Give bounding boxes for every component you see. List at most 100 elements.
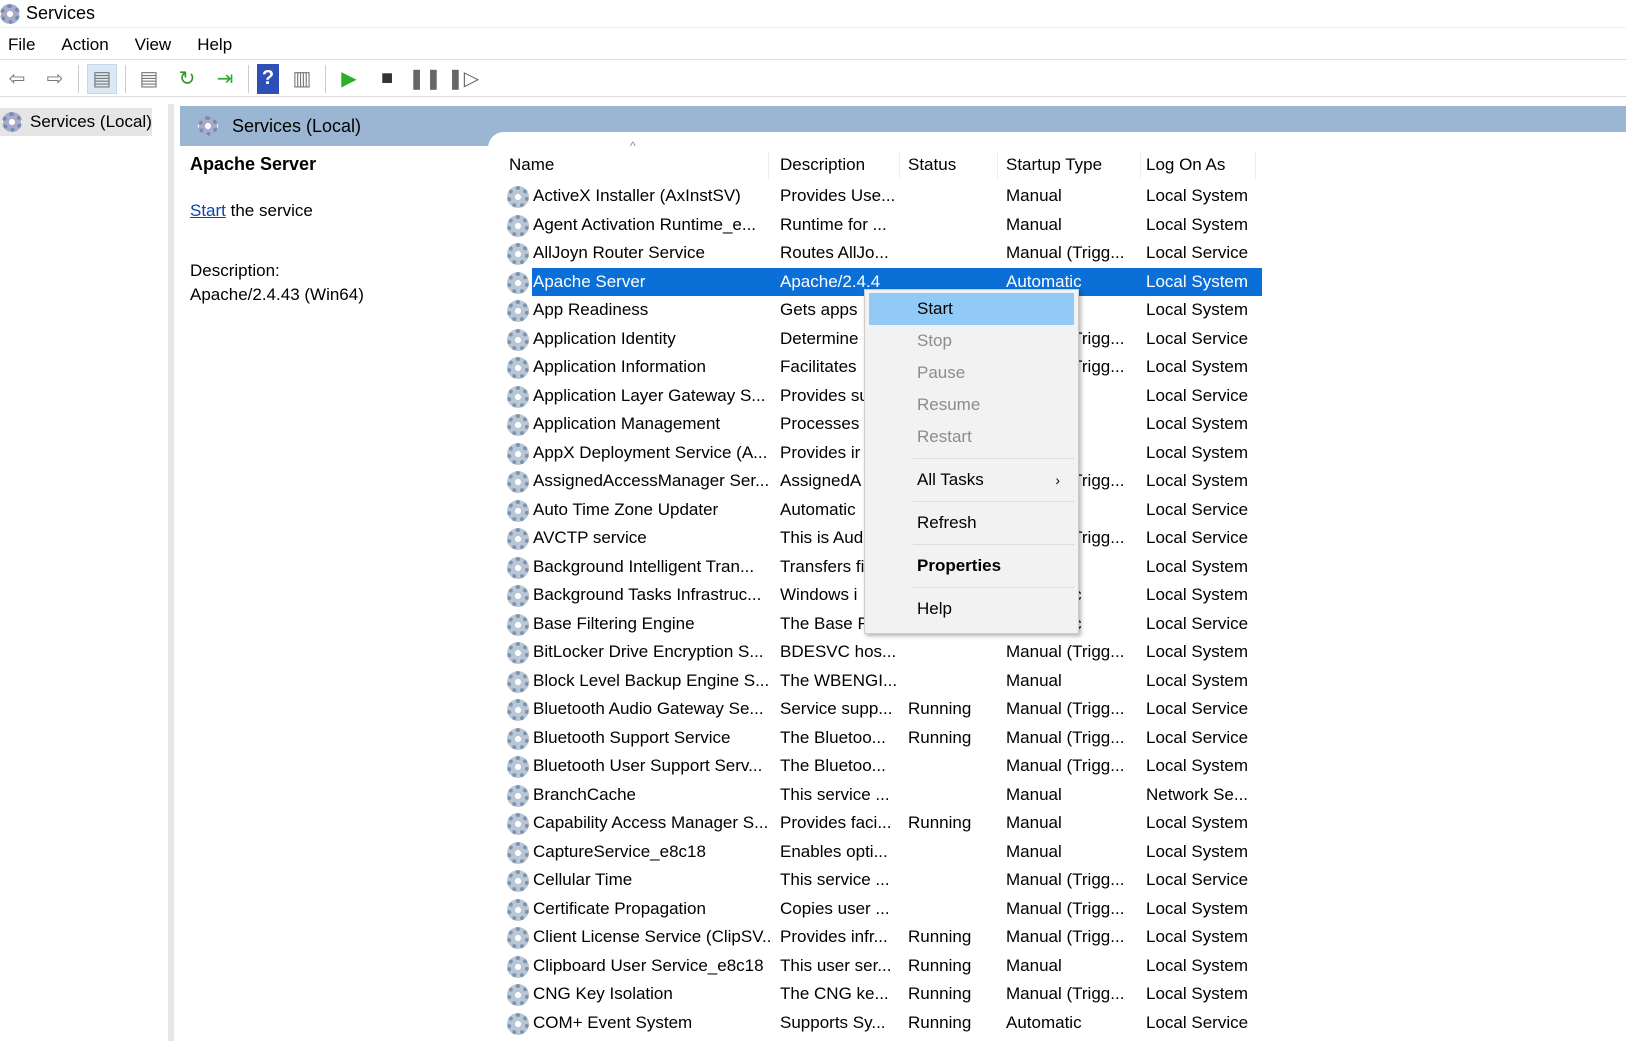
refresh-icon[interactable]: ↻ [172, 64, 202, 94]
cell-log-on-as: Local System [1146, 556, 1249, 576]
cell-name: Cellular Time [533, 870, 633, 889]
cell-description: Copies user ... [780, 898, 890, 918]
menu-action[interactable]: Action [53, 35, 120, 55]
cell-description: This service ... [780, 784, 890, 804]
cell-log-on-as: Local Service [1146, 699, 1249, 718]
service-row[interactable]: Agent Activation Runtime_e... Runtime for… [505, 211, 1265, 239]
cell-name: Bluetooth Audio Gateway Se... [533, 699, 764, 718]
service-gear-icon [507, 955, 529, 978]
back-arrow-icon[interactable]: ⇦ [2, 64, 32, 94]
service-row[interactable]: Bluetooth Support Service The Bluetoo... R… [505, 724, 1265, 752]
cell-startup-type: Manual [1006, 784, 1062, 804]
menu-view[interactable]: View [127, 35, 184, 55]
toolbar-divider [248, 64, 249, 93]
service-row[interactable]: BranchCache This service ... Manual Network… [505, 781, 1265, 809]
cell-name: Background Intelligent Tran... [533, 556, 755, 576]
service-row[interactable]: AllJoyn Router Service Routes AllJo... Man… [505, 239, 1265, 267]
menu-item-properties[interactable]: Properties [869, 550, 1074, 582]
start-service-icon[interactable]: ▶ [334, 64, 364, 94]
service-row[interactable]: CNG Key Isolation The CNG ke... Running Man… [505, 980, 1265, 1008]
service-gear-icon [507, 499, 529, 522]
service-gear-icon [507, 243, 529, 265]
service-gear-icon [507, 442, 529, 465]
column-header-startup-type[interactable]: Startup Type [1006, 151, 1141, 179]
context-menu: Start Stop Pause Resume Restart All Task… [864, 289, 1079, 634]
service-row[interactable]: BitLocker Drive Encryption S... BDESVC ho… [505, 638, 1265, 666]
title-bar: Services [0, 0, 1626, 28]
cell-log-on-as: Local System [1146, 471, 1249, 490]
cell-startup-type: Manual (Trigg... [1006, 699, 1125, 718]
cell-name: Background Tasks Infrastruc... [533, 585, 762, 604]
cell-log-on-as: Local Service [1146, 328, 1249, 348]
chevron-right-icon: › [1055, 472, 1060, 488]
service-row[interactable]: Client License Service (ClipSV... Provide… [505, 923, 1265, 951]
service-row[interactable]: CaptureService_e8c18 Enables opti... Manua… [505, 838, 1265, 866]
menu-item-resume: Resume [917, 395, 981, 414]
cell-description: Provides Use... [780, 186, 896, 205]
service-gear-icon [507, 414, 529, 436]
service-row[interactable]: Capability Access Manager S... Provides f… [505, 809, 1265, 837]
column-header-status[interactable]: Status [908, 151, 998, 179]
service-row[interactable]: ActiveX Installer (AxInstSV) Provides Use… [505, 182, 1265, 210]
menu-separator [913, 587, 1074, 588]
show-action-pane-icon[interactable]: ▥ [287, 64, 317, 94]
start-service-link[interactable]: Start [190, 201, 226, 220]
service-row[interactable]: COM+ Event System Supports Sy... Running Au… [505, 1009, 1265, 1037]
service-row[interactable]: Clipboard User Service_e8c18 This user se… [505, 952, 1265, 980]
stop-service-icon[interactable]: ■ [372, 64, 402, 94]
window-title: Services [26, 3, 96, 23]
cell-startup-type: Manual [1006, 841, 1062, 861]
cell-log-on-as: Local System [1146, 955, 1249, 975]
cell-name: Application Information [533, 357, 706, 376]
service-gear-icon [507, 813, 529, 835]
cell-status: Running [908, 927, 972, 946]
properties-icon[interactable]: ▤ [134, 64, 164, 94]
service-gear-icon [507, 642, 529, 664]
menu-item-start[interactable]: Start [869, 293, 1074, 325]
export-list-icon[interactable]: ⇥ [210, 64, 240, 94]
service-row[interactable]: Bluetooth User Support Serv... The Blueto… [505, 752, 1265, 780]
service-gear-icon [507, 927, 529, 949]
column-header-name[interactable]: Name [509, 151, 769, 179]
cell-log-on-as: Local System [1146, 670, 1249, 690]
cell-log-on-as: Local System [1146, 214, 1249, 234]
tree-item-services-local[interactable]: Services (Local) [0, 108, 152, 136]
menu-item-refresh[interactable]: Refresh [869, 507, 1074, 539]
resume-service-icon[interactable]: ❚▷ [447, 64, 479, 94]
service-row[interactable]: Block Level Backup Engine S... The WBENGI… [505, 667, 1265, 695]
services-gear-icon [198, 116, 218, 136]
pause-service-icon[interactable]: ❚❚ [408, 64, 442, 94]
service-gear-icon [507, 271, 529, 294]
service-gear-icon [507, 556, 529, 579]
cell-startup-type: Manual [1006, 186, 1062, 205]
column-header-log-on-as[interactable]: Log On As [1146, 151, 1256, 179]
services-gear-icon [2, 112, 22, 132]
service-row[interactable]: Bluetooth Audio Gateway Se... Service sup… [505, 695, 1265, 723]
toolbar-divider [325, 64, 326, 93]
service-gear-icon [507, 756, 529, 778]
show-hide-console-tree-icon[interactable]: ▤ [87, 63, 117, 94]
help-icon[interactable]: ? [257, 63, 279, 94]
menu-item-help[interactable]: Help [869, 593, 1074, 625]
cell-startup-type: Manual (Trigg... [1006, 870, 1125, 889]
cell-description: Routes AllJo... [780, 243, 889, 262]
menu-item-all-tasks[interactable]: All Tasks › [869, 464, 1074, 496]
cell-name: App Readiness [533, 300, 649, 319]
cell-log-on-as: Network Se... [1146, 784, 1249, 804]
cell-log-on-as: Local System [1146, 841, 1249, 861]
cell-log-on-as: Local System [1146, 756, 1249, 775]
menu-file[interactable]: File [0, 35, 47, 55]
cell-status: Running [908, 955, 972, 975]
menu-help[interactable]: Help [189, 35, 244, 55]
cell-startup-type: Manual (Trigg... [1006, 898, 1125, 918]
service-row[interactable]: Certificate Propagation Copies user ... Ma… [505, 895, 1265, 923]
service-row[interactable]: Cellular Time This service ... Manual (Tri… [505, 866, 1265, 894]
forward-arrow-icon[interactable]: ⇨ [40, 64, 70, 94]
column-header-description[interactable]: Description [780, 151, 900, 179]
cell-name: Block Level Backup Engine S... [533, 670, 770, 690]
service-gear-icon [507, 898, 529, 921]
cell-description: The Bluetoo... [780, 756, 886, 775]
cell-name: Application Layer Gateway S... [533, 385, 766, 405]
toolbar: ⇦ ⇨ ▤ ▤ ↻ ⇥ ? ▥ ▶ ■ ❚❚ ❚▷ [0, 61, 1626, 97]
cell-name: Auto Time Zone Updater [533, 499, 719, 519]
